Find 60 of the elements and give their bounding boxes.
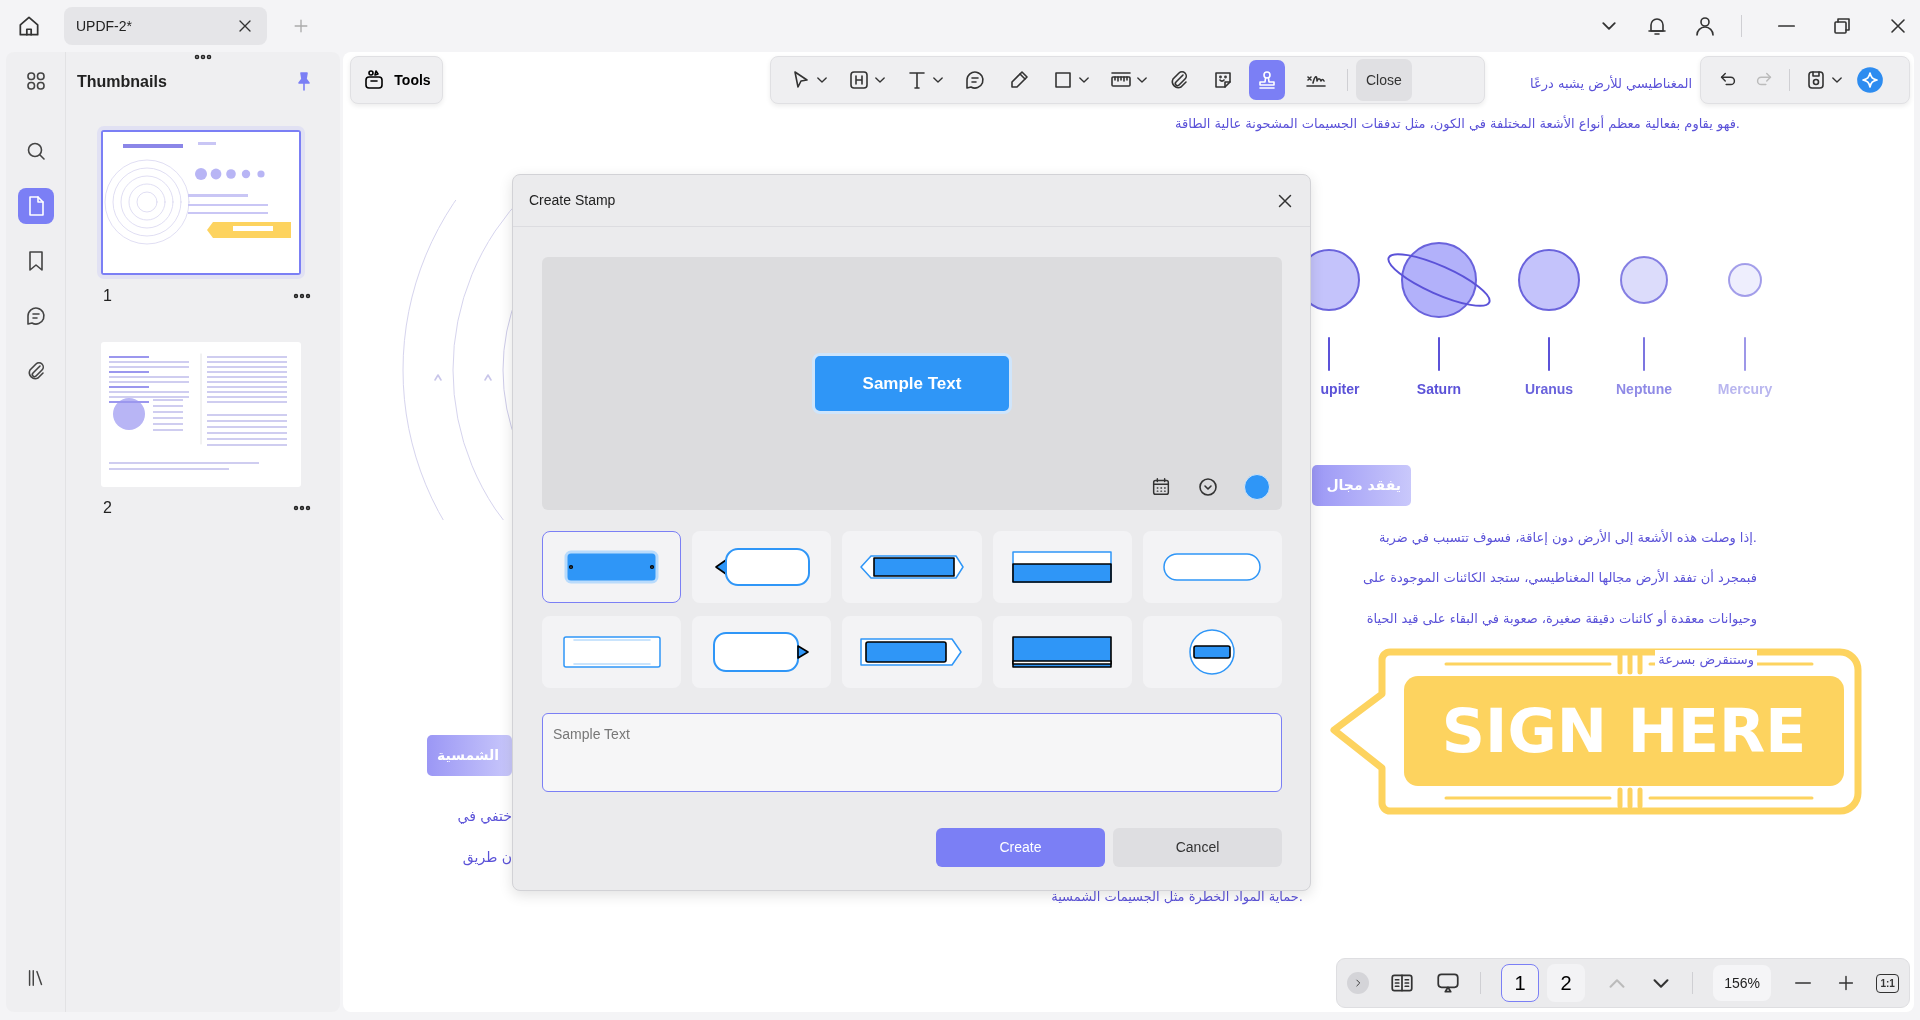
cancel-button[interactable]: Cancel [1113,828,1282,867]
document-tab[interactable]: UPDF-2* [64,7,267,45]
paragraph-text: ن طريق [462,848,512,868]
caret-icon [1137,77,1147,83]
monitor-icon [1434,970,1461,996]
stamp-preview-text: Sample Text [812,353,1012,414]
chevron-down-icon [1652,978,1669,988]
caret-icon [1832,77,1842,83]
page-button[interactable]: 2 [1547,964,1586,1002]
paragraph-text: وستنقرض بسرعة [1655,650,1757,670]
paragraph-text: .إذا وصلت هذه الأشعة إلى الأرض دون إعاقة، فسوف تتسبب في ضربة [1378,528,1757,548]
color-picker[interactable] [1244,474,1270,500]
chevron-up-icon [1608,978,1625,988]
user-icon [1693,14,1717,38]
zoom-level[interactable]: 156% [1713,965,1772,1001]
panel-title: Thumbnails [77,71,167,92]
more-icon[interactable] [293,505,311,511]
caret-icon [933,77,943,83]
comment-icon [963,68,987,92]
actual-size-button[interactable]: 1:1 [1876,973,1899,993]
section-heading: يفقد مجال [1312,465,1411,506]
paragraph-text: المغناطيسي للأرض يشبه درعًا [1530,74,1692,94]
date-button[interactable] [1150,476,1172,498]
page-thumbnail[interactable] [101,342,301,487]
paragraph-text: ختفي في [457,807,512,826]
chevron-down-icon [1602,22,1616,30]
paragraph-text: .حماية المواد الخطرة مثل الجسيمات الشمسية [1051,888,1303,907]
planet-label: Mercury [1717,380,1773,399]
stamp-style-option[interactable] [842,616,982,688]
minus-icon [1794,982,1811,984]
section-heading: الشمسية [427,735,512,776]
planet-label: Uranus [1524,380,1574,399]
minimize-icon [1777,25,1795,27]
caret-icon [875,77,885,83]
paragraph-text: .فهو يقاوم بفعالية معظم أنواع الأشعة المختلفة في الكون، مثل تدفقات الجسيمات المشحونة عالية الطاقة [1175,114,1740,134]
planet-label: Neptune [1616,380,1672,399]
close-button[interactable]: Close [1356,59,1412,101]
heading-icon [847,68,871,92]
caret-icon [1079,77,1089,83]
planet-label: upiter [1320,380,1360,399]
stamp-text-field[interactable]: Sample Text [542,713,1282,792]
page-button[interactable]: 1 [1501,964,1540,1002]
tools-button[interactable]: Tools [350,56,443,104]
calendar-icon [1150,476,1172,498]
drag-handle-icon[interactable] [194,54,212,60]
planet-label: Saturn [1416,380,1462,399]
stamp-style-option[interactable] [842,531,982,603]
dialog-title: Create Stamp [529,191,616,210]
tab-title: UPDF-2* [76,16,132,36]
page-number: 1 [103,286,112,306]
more-icon[interactable] [293,293,311,299]
stamp-style-option[interactable] [992,531,1132,603]
stamp-style-option[interactable] [992,616,1132,688]
assistant-icon[interactable] [1856,66,1884,94]
page-number: 2 [103,498,112,518]
account-button[interactable] [1693,14,1717,38]
present-button[interactable] [1434,970,1461,996]
paragraph-text: وحيوانات معقدة أو كائنات دقيقة صغيرة، صعوبة في البقاء على قيد الحياة [1366,609,1757,629]
paragraph-text: فبمجرد أن تفقد الأرض مجالها المغناطيسي، ستجد الكائنات الموجودة على [1363,568,1757,588]
caret-icon [817,77,827,83]
